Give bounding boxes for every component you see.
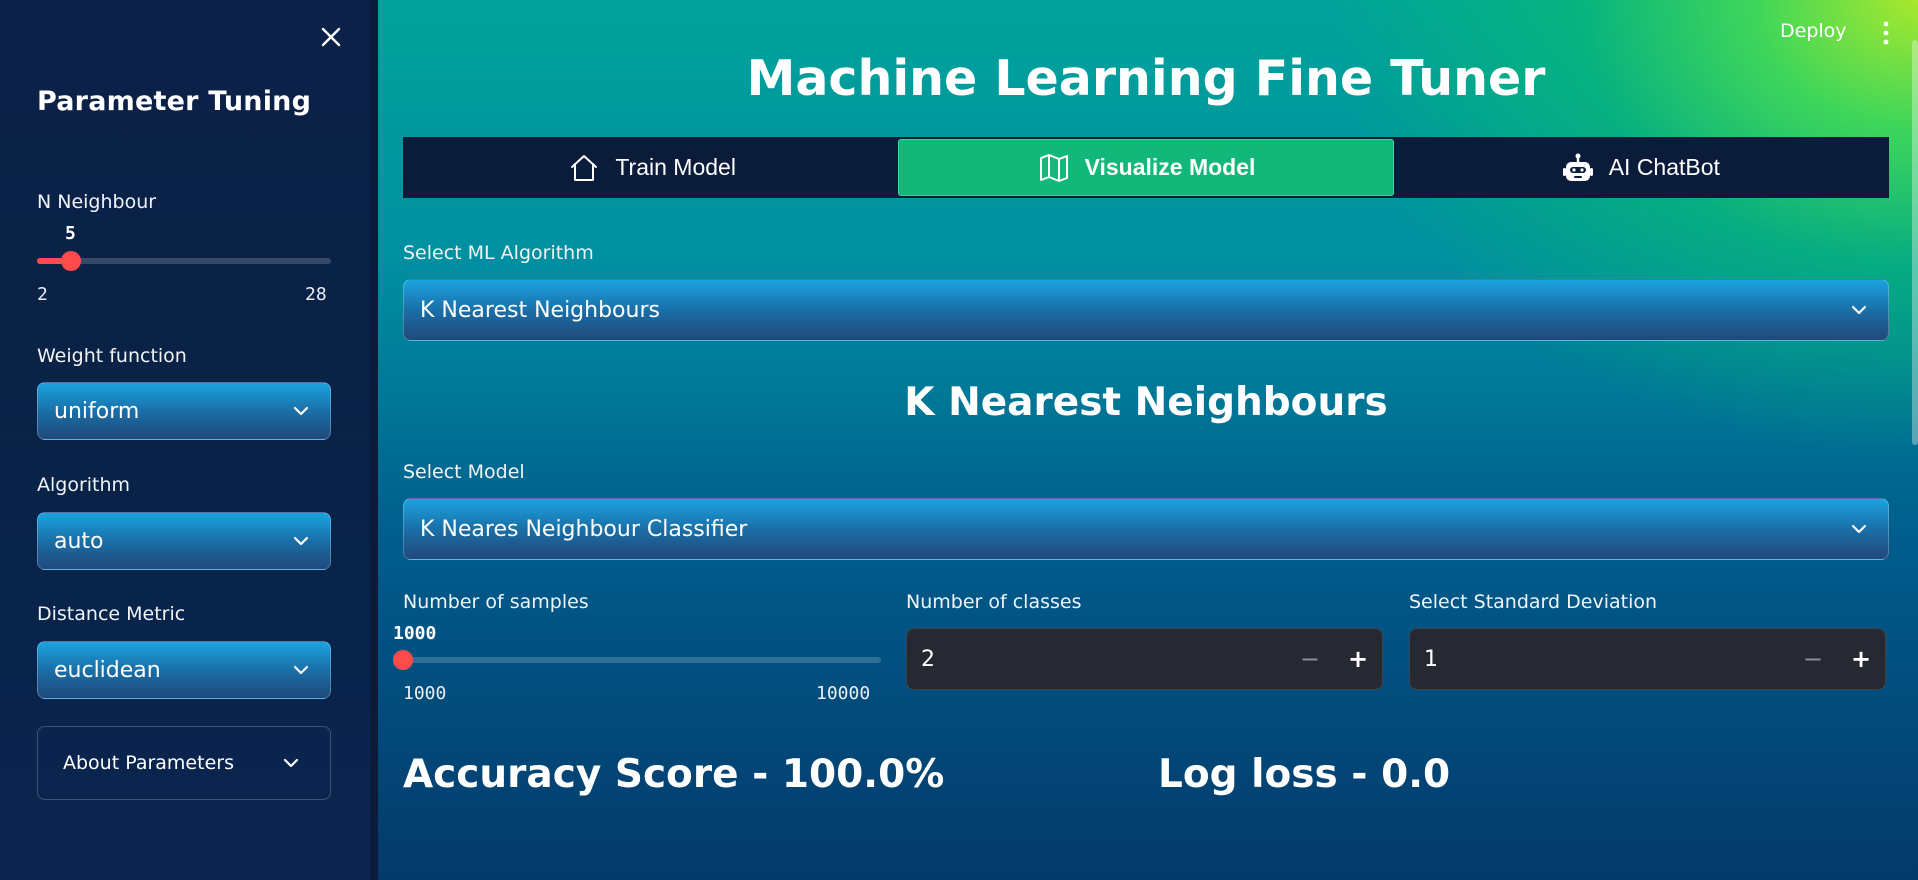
classes-value[interactable]: 2 — [907, 647, 1286, 672]
samples-label: Number of samples — [403, 591, 589, 613]
n-neighbour-label: N Neighbour — [37, 191, 157, 213]
robot-icon — [1562, 153, 1593, 181]
tab-visualize-model[interactable]: Visualize Model — [898, 139, 1394, 196]
chevron-down-icon — [282, 754, 300, 772]
main-menu-button[interactable] — [1876, 20, 1896, 46]
sidebar-title: Parameter Tuning — [37, 86, 312, 117]
chevron-down-icon — [292, 402, 310, 420]
weight-function-select[interactable]: uniform — [37, 382, 331, 440]
ml-algorithm-value: K Nearest Neighbours — [420, 297, 660, 323]
deploy-button[interactable]: Deploy — [1780, 20, 1847, 42]
n-neighbour-slider[interactable] — [37, 251, 331, 271]
chevron-down-icon — [1850, 301, 1868, 319]
n-neighbour-min: 2 — [37, 284, 48, 305]
std-dev-input: 1 − + — [1409, 628, 1886, 690]
ml-algorithm-select[interactable]: K Nearest Neighbours — [403, 279, 1889, 341]
main-scrollbar[interactable] — [1912, 40, 1918, 445]
chevron-down-icon — [292, 532, 310, 550]
accuracy-score: Accuracy Score - 100.0% — [403, 752, 945, 797]
sidebar: Parameter Tuning N Neighbour 5 2 28 Weig… — [0, 0, 370, 880]
algorithm-value: auto — [54, 528, 104, 554]
map-icon — [1039, 153, 1068, 182]
model-select[interactable]: K Neares Neighbour Classifier — [403, 498, 1889, 560]
about-parameters-label: About Parameters — [63, 752, 234, 774]
std-dev-label: Select Standard Deviation — [1409, 591, 1658, 613]
classes-label: Number of classes — [906, 591, 1082, 613]
classes-increment-button[interactable]: + — [1334, 629, 1382, 689]
classes-decrement-button[interactable]: − — [1286, 629, 1334, 689]
close-icon — [321, 27, 341, 47]
tab-label: AI ChatBot — [1608, 154, 1720, 180]
tab-label: Visualize Model — [1084, 154, 1256, 180]
samples-slider[interactable] — [393, 650, 881, 670]
samples-value: 1000 — [393, 623, 437, 644]
samples-min: 1000 — [403, 683, 447, 704]
tab-ai-chatbot[interactable]: AI ChatBot — [1394, 139, 1887, 196]
tab-label: Train Model — [615, 154, 736, 180]
select-ml-algorithm-label: Select ML Algorithm — [403, 242, 594, 264]
n-neighbour-max: 28 — [305, 284, 327, 305]
section-title: K Nearest Neighbours — [904, 380, 1388, 425]
model-value: K Neares Neighbour Classifier — [420, 516, 748, 542]
weight-function-label: Weight function — [37, 345, 187, 367]
samples-max: 10000 — [816, 683, 871, 704]
algorithm-select[interactable]: auto — [37, 512, 331, 570]
tab-train-model[interactable]: Train Model — [405, 139, 898, 196]
about-parameters-expander[interactable]: About Parameters — [37, 726, 331, 800]
kebab-menu-icon — [1883, 21, 1889, 45]
home-icon — [571, 154, 598, 181]
algorithm-label: Algorithm — [37, 474, 131, 496]
distance-metric-value: euclidean — [54, 657, 161, 683]
main-area — [378, 0, 1918, 880]
classes-input: 2 − + — [906, 628, 1383, 690]
std-dev-decrement-button[interactable]: − — [1789, 629, 1837, 689]
tab-bar: Train Model Visualize Model AI ChatBot — [403, 137, 1889, 198]
close-sidebar-button[interactable] — [316, 22, 346, 52]
page-title: Machine Learning Fine Tuner — [746, 50, 1546, 107]
weight-function-value: uniform — [54, 398, 140, 424]
std-dev-increment-button[interactable]: + — [1837, 629, 1885, 689]
chevron-down-icon — [1850, 520, 1868, 538]
distance-metric-label: Distance Metric — [37, 603, 186, 625]
n-neighbour-slider-thumb[interactable] — [60, 251, 81, 271]
log-loss: Log loss - 0.0 — [1158, 752, 1451, 797]
samples-slider-thumb[interactable] — [393, 650, 413, 670]
sidebar-divider — [370, 0, 378, 880]
n-neighbour-value: 5 — [65, 223, 76, 244]
select-model-label: Select Model — [403, 461, 525, 483]
chevron-down-icon — [292, 661, 310, 679]
distance-metric-select[interactable]: euclidean — [37, 641, 331, 699]
std-dev-value[interactable]: 1 — [1410, 647, 1789, 672]
